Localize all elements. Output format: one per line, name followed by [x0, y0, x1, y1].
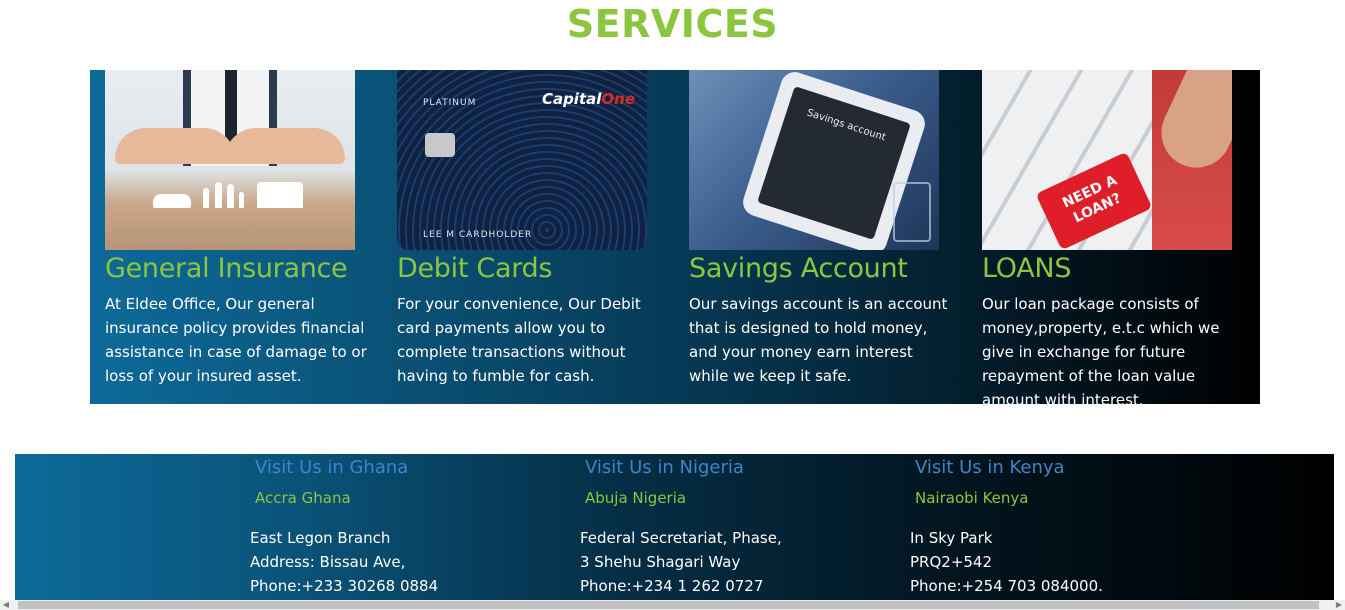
savings-image: Savings account	[689, 70, 939, 250]
services-title: SERVICES	[566, 2, 779, 46]
horizontal-scrollbar[interactable]: ◀ ▶	[0, 600, 1345, 610]
location-address: East Legon Branch Address: Bissau Ave, P…	[250, 529, 439, 595]
glass-icon	[893, 182, 931, 242]
service-title: General Insurance	[105, 253, 348, 284]
service-description: Our savings account is an account that i…	[689, 295, 948, 385]
card-brand-logo: CapitalOne	[541, 90, 635, 108]
location-city: Abuja Nigeria	[585, 489, 687, 507]
footer: Visit Us in Ghana Accra Ghana East Legon…	[15, 454, 1334, 600]
service-description: Our loan package consists of money,prope…	[982, 295, 1220, 409]
location-address: In Sky Park PRQ2+542 Phone:+254 703 0840…	[910, 529, 1103, 595]
card-tier: PLATINUM	[423, 98, 477, 108]
finger-icon	[1149, 70, 1232, 180]
service-card-debit-cards: PLATINUM CapitalOne LEE M CARDHOLDER Deb…	[397, 70, 659, 388]
service-card-general-insurance: General Insurance At Eldee Office, Our g…	[105, 70, 367, 388]
insurance-image	[105, 70, 355, 250]
service-title: LOANS	[982, 253, 1072, 284]
card-holder: LEE M CARDHOLDER	[423, 230, 533, 240]
service-description: At Eldee Office, Our general insurance p…	[105, 295, 367, 385]
service-card-savings-account: Savings account Savings Account Our savi…	[689, 70, 951, 388]
debit-card-image: PLATINUM CapitalOne LEE M CARDHOLDER	[397, 70, 647, 250]
service-title: Debit Cards	[397, 253, 553, 284]
location-city: Accra Ghana	[255, 489, 351, 507]
location-city: Nairaobi Kenya	[915, 489, 1029, 507]
location-address: Federal Secretariat, Phase, 3 Shehu Shag…	[580, 529, 782, 595]
location-heading: Visit Us in Kenya	[915, 457, 1065, 478]
location-heading: Visit Us in Nigeria	[585, 457, 744, 478]
scroll-right-icon[interactable]: ▶	[1333, 600, 1345, 610]
card-chip-icon	[425, 133, 455, 157]
family-house-icon	[153, 178, 313, 208]
service-card-loans: NEED A LOAN? LOANS Our loan package cons…	[982, 70, 1244, 412]
service-title: Savings Account	[689, 253, 908, 284]
scroll-left-icon[interactable]: ◀	[0, 600, 12, 610]
scrollbar-thumb[interactable]	[18, 601, 1319, 609]
location-heading: Visit Us in Ghana	[255, 457, 409, 478]
loan-image: NEED A LOAN?	[982, 70, 1232, 250]
service-description: For your convenience, Our Debit card pay…	[397, 295, 641, 385]
services-panel: General Insurance At Eldee Office, Our g…	[90, 70, 1260, 409]
